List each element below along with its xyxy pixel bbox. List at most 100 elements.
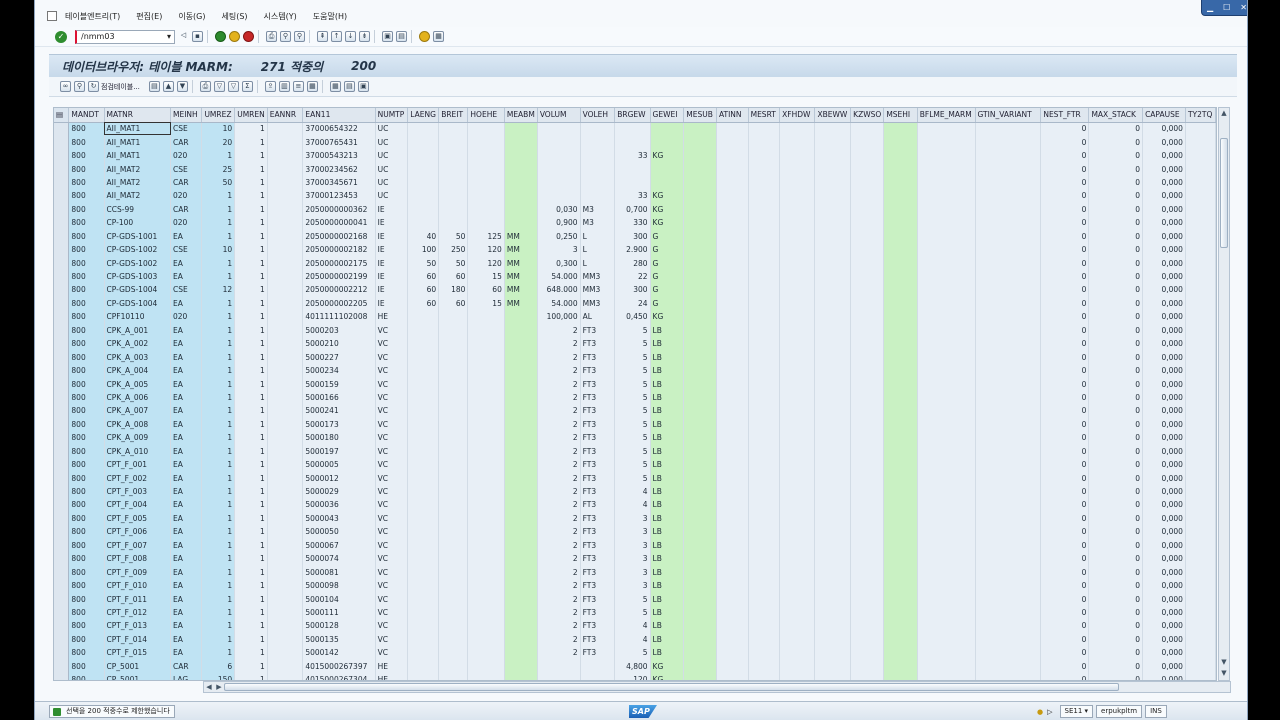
cell-laeng[interactable] xyxy=(407,646,440,660)
cell-brgew[interactable]: 4,800 xyxy=(614,659,651,673)
close-icon[interactable]: ✕ xyxy=(1240,3,1247,12)
scroll-up-icon[interactable]: ▲ xyxy=(1219,108,1229,119)
cell-msehi[interactable] xyxy=(883,337,918,351)
cell-max_stack[interactable]: 0 xyxy=(1088,296,1144,311)
cell-mandt[interactable]: 800 xyxy=(68,175,105,190)
cell-voleh[interactable]: MM3 xyxy=(580,296,616,311)
cell-laeng[interactable] xyxy=(407,484,440,499)
cell-meabm[interactable] xyxy=(504,189,538,203)
cell-max_stack[interactable]: 0 xyxy=(1088,538,1144,552)
cell-ty2tq[interactable] xyxy=(1185,578,1216,593)
cell-numtp[interactable]: IE xyxy=(375,269,409,284)
cell-gtin_variant[interactable] xyxy=(975,552,1042,566)
cell-nest_ftr[interactable]: 0 xyxy=(1040,417,1090,432)
cell-atinn[interactable] xyxy=(716,283,749,297)
cell-kzwso[interactable] xyxy=(850,565,885,579)
cell-laeng[interactable] xyxy=(407,148,440,163)
row-selector[interactable] xyxy=(54,471,70,485)
cell-voleh[interactable] xyxy=(580,672,616,680)
cell-numtp[interactable]: VC xyxy=(375,484,409,499)
cell-xfhdw[interactable] xyxy=(779,498,816,512)
cell-numtp[interactable]: UC xyxy=(375,189,409,203)
cell-laeng[interactable] xyxy=(407,175,440,190)
cell-hoehe[interactable] xyxy=(467,605,505,620)
cell-gewei[interactable] xyxy=(650,162,685,176)
cell-gewei[interactable]: LB xyxy=(650,323,685,337)
cell-mesub[interactable] xyxy=(683,457,717,472)
table-row[interactable]: 800 CPT_F_001 EA 1 1 5000005 VC 2 FT3 5 LB 0 0 0,000 xyxy=(54,457,1216,472)
cell-mesrt[interactable] xyxy=(748,175,781,190)
cell-mesrt[interactable] xyxy=(748,323,781,337)
cell-voleh[interactable] xyxy=(580,175,616,190)
cell-mesrt[interactable] xyxy=(748,672,781,680)
cell-laeng[interactable] xyxy=(407,578,440,593)
cell-mandt[interactable]: 800 xyxy=(68,256,105,270)
column-header-breit[interactable]: BREIT xyxy=(438,108,469,123)
abc-analysis-icon[interactable]: ≡ xyxy=(292,81,304,92)
cell-eannr[interactable] xyxy=(267,619,304,633)
cell-msehi[interactable] xyxy=(883,672,918,680)
cell-meinh[interactable]: 020 xyxy=(170,189,203,203)
cell-capause[interactable]: 0,000 xyxy=(1142,256,1186,270)
cell-meabm[interactable] xyxy=(504,310,538,324)
cell-breit[interactable] xyxy=(438,484,469,499)
cell-eannr[interactable] xyxy=(267,283,304,297)
cell-kzwso[interactable] xyxy=(850,229,885,243)
cell-umrez[interactable]: 10 xyxy=(201,242,236,257)
cell-xfhdw[interactable] xyxy=(779,189,816,203)
cell-xbeww[interactable] xyxy=(814,323,852,337)
cell-bflme_marm[interactable] xyxy=(917,216,976,230)
cell-volum[interactable]: 0,030 xyxy=(537,202,581,217)
cell-umrez[interactable]: 1 xyxy=(201,337,236,351)
cell-msehi[interactable] xyxy=(883,404,918,418)
cell-volum[interactable] xyxy=(537,189,581,203)
cell-max_stack[interactable]: 0 xyxy=(1088,484,1144,499)
cell-mesub[interactable] xyxy=(683,283,717,297)
cell-voleh[interactable]: FT3 xyxy=(580,350,616,364)
cell-numtp[interactable]: VC xyxy=(375,337,409,351)
cell-gtin_variant[interactable] xyxy=(975,135,1042,149)
cell-mesub[interactable] xyxy=(683,525,717,539)
cell-kzwso[interactable] xyxy=(850,189,885,203)
table-row[interactable]: 800 CPT_F_011 EA 1 1 5000104 VC 2 FT3 5 LB 0 0 0,000 xyxy=(54,592,1216,606)
cell-mandt[interactable]: 800 xyxy=(68,672,105,680)
cell-hoehe[interactable] xyxy=(467,350,505,364)
cell-volum[interactable] xyxy=(537,148,581,163)
cell-mesub[interactable] xyxy=(683,269,717,284)
column-header-umren[interactable]: UMREN xyxy=(234,108,268,123)
cell-mesrt[interactable] xyxy=(748,484,781,499)
cell-brgew[interactable] xyxy=(614,162,651,176)
cell-umrez[interactable]: 1 xyxy=(201,417,236,432)
cell-umren[interactable]: 1 xyxy=(234,216,268,230)
row-selector[interactable] xyxy=(54,202,70,217)
cell-mesrt[interactable] xyxy=(748,202,781,217)
column-header-brgew[interactable]: BRGEW xyxy=(614,108,651,123)
cell-eannr[interactable] xyxy=(267,242,304,257)
cell-numtp[interactable]: UC xyxy=(375,135,409,149)
cell-volum[interactable]: 648.000 xyxy=(537,283,581,297)
cell-xbeww[interactable] xyxy=(814,189,852,203)
cell-gewei[interactable]: G xyxy=(650,269,685,284)
cell-ean11[interactable]: 5000036 xyxy=(302,498,376,512)
cell-xbeww[interactable] xyxy=(814,148,852,163)
cell-max_stack[interactable]: 0 xyxy=(1088,350,1144,364)
cell-brgew[interactable]: 4 xyxy=(614,498,651,512)
cell-breit[interactable]: 60 xyxy=(438,296,469,311)
cell-kzwso[interactable] xyxy=(850,619,885,633)
cell-breit[interactable] xyxy=(438,632,469,647)
column-header-meinh[interactable]: MEINH xyxy=(170,108,203,123)
cell-atinn[interactable] xyxy=(716,377,749,391)
cell-brgew[interactable]: 5 xyxy=(614,363,651,378)
cell-breit[interactable] xyxy=(438,525,469,539)
cell-msehi[interactable] xyxy=(883,350,918,364)
cell-ean11[interactable]: 5000210 xyxy=(302,337,376,351)
table-row[interactable]: 800 CPK_A_009 EA 1 1 5000180 VC 2 FT3 5 LB 0 0 0,000 xyxy=(54,431,1216,445)
cell-xfhdw[interactable] xyxy=(779,444,816,458)
cell-meabm[interactable] xyxy=(504,471,538,485)
cell-eannr[interactable] xyxy=(267,377,304,391)
cell-msehi[interactable] xyxy=(883,431,918,445)
cell-max_stack[interactable]: 0 xyxy=(1088,162,1144,176)
cell-laeng[interactable] xyxy=(407,390,440,405)
cell-mesub[interactable] xyxy=(683,363,717,378)
cell-laeng[interactable] xyxy=(407,605,440,620)
